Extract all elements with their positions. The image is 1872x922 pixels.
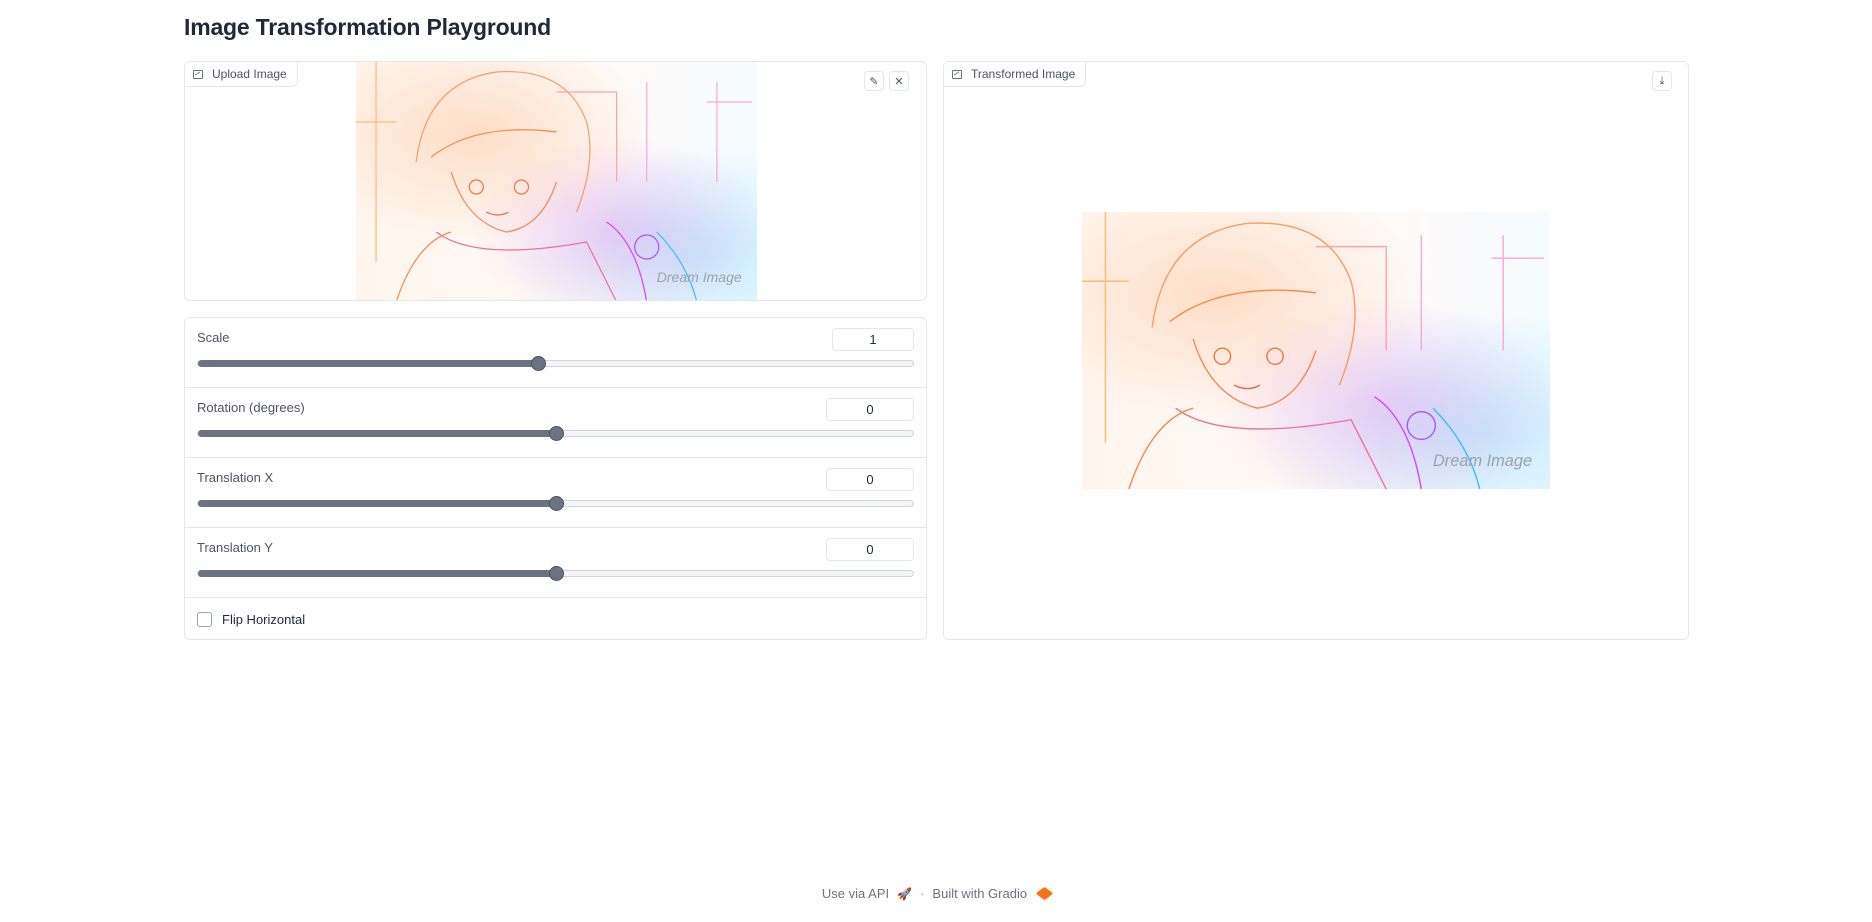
translation-x-number-input[interactable]: 0 [826, 468, 914, 491]
sketch-illustration: Dream Image [1082, 212, 1545, 489]
translation-y-slider-fill [198, 570, 556, 577]
sketch-illustration: Dream Image [356, 62, 752, 300]
rotation-slider-track[interactable] [197, 426, 914, 441]
uploaded-image: Dream Image [356, 62, 757, 300]
upload-image-label: Upload Image [212, 67, 287, 81]
translation-y-number-input[interactable]: 0 [826, 538, 914, 561]
scale-slider-track[interactable] [197, 356, 914, 371]
rocket-icon: 🚀 [897, 886, 913, 901]
controls-panel: Scale 1 Rotation (degrees) 0 Translation… [184, 317, 927, 640]
scale-label: Scale [197, 330, 230, 345]
upload-image-tag: Upload Image [185, 62, 298, 87]
transformed-image-tag: Transformed Image [944, 62, 1087, 87]
scale-slider-thumb[interactable] [530, 356, 546, 371]
translation-x-label: Translation X [197, 470, 274, 485]
upload-image-panel[interactable]: Upload Image ✎ ✕ Dream Image [184, 61, 927, 301]
rotation-slider-thumb[interactable] [548, 426, 564, 441]
built-with-gradio-link[interactable]: Built with Gradio [932, 886, 1027, 901]
download-button[interactable]: ⤓ [1652, 71, 1672, 91]
footer-separator: · [920, 886, 925, 901]
image-icon [193, 69, 203, 79]
translation-y-label: Translation Y [197, 540, 273, 555]
flip-horizontal-label[interactable]: Flip Horizontal [222, 612, 305, 627]
flip-horizontal-checkbox[interactable] [197, 611, 212, 627]
edit-image-button[interactable]: ✎ [864, 71, 884, 91]
translation-y-slider-thumb[interactable] [548, 566, 564, 581]
gradio-logo-icon [1035, 886, 1054, 901]
svg-text:Dream Image: Dream Image [657, 269, 742, 285]
page-title: Image Transformation Playground [184, 14, 551, 40]
download-icon: ⤓ [1659, 74, 1665, 87]
translation-x-slider-thumb[interactable] [548, 496, 564, 511]
rotation-slider-block: Rotation (degrees) 0 [185, 388, 926, 458]
translation-y-slider-track[interactable] [197, 566, 914, 581]
transformed-image-label: Transformed Image [971, 67, 1076, 81]
scale-slider-fill [198, 360, 538, 367]
scale-slider-block: Scale 1 [185, 318, 926, 388]
flip-horizontal-row[interactable]: Flip Horizontal [185, 598, 926, 640]
translation-x-slider-block: Translation X 0 [185, 458, 926, 528]
close-icon: ✕ [894, 75, 904, 88]
translation-y-slider-block: Translation Y 0 [185, 528, 926, 598]
svg-text:Dream Image: Dream Image [1433, 452, 1532, 470]
footer: Use via API 🚀 · Built with Gradio [0, 886, 1872, 901]
transformed-image: Dream Image [1082, 212, 1550, 489]
translation-x-slider-track[interactable] [197, 496, 914, 511]
image-icon [952, 69, 962, 79]
pencil-icon: ✎ [869, 75, 879, 88]
scale-number-input[interactable]: 1 [832, 328, 914, 351]
clear-image-button[interactable]: ✕ [889, 71, 909, 91]
transformed-image-panel: Transformed Image ⤓ Dream Image [943, 61, 1689, 640]
rotation-label: Rotation (degrees) [197, 400, 305, 415]
rotation-number-input[interactable]: 0 [826, 398, 914, 421]
translation-x-slider-fill [198, 500, 556, 507]
rotation-slider-fill [198, 430, 556, 437]
use-via-api-link[interactable]: Use via API [822, 886, 889, 901]
